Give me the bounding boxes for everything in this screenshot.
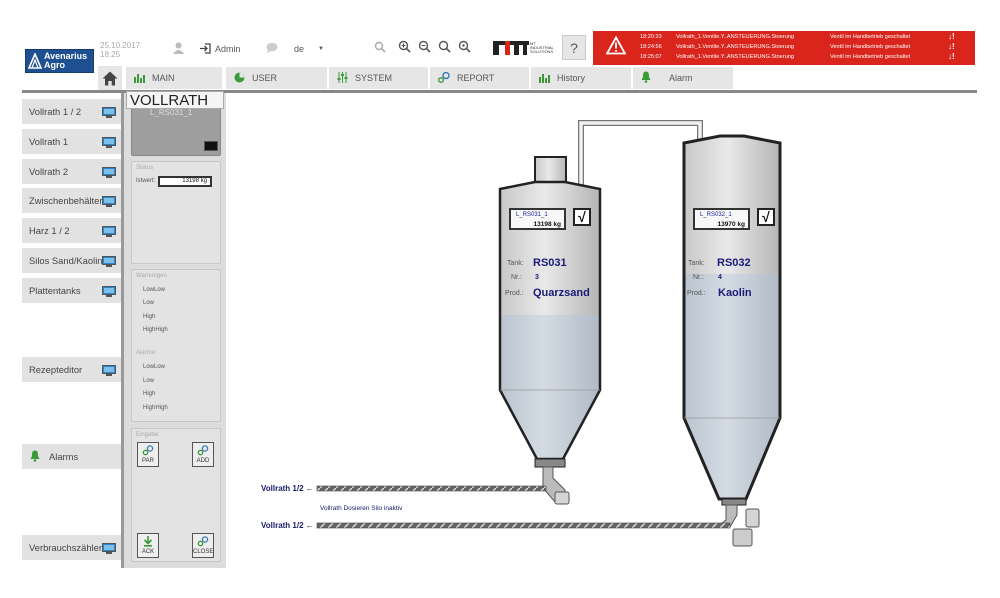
- silo1-nr-label: Nr.:: [511, 274, 522, 281]
- silo2-weight-display[interactable]: L_RS032_1 13970 kg: [693, 208, 750, 230]
- feeder-motor-icon: [732, 528, 753, 547]
- silo2-tag: L_RS032_1: [700, 212, 732, 218]
- silo1-check-icon[interactable]: √: [573, 208, 591, 226]
- silo-fill-level: [684, 273, 780, 499]
- line1-label: Vollrath 1/2 ←: [261, 484, 314, 493]
- silo2-nr-label: Nr.:: [693, 274, 704, 281]
- silo1-tank-label: Tank:: [507, 260, 524, 267]
- silo2-product: Kaolin: [718, 287, 752, 299]
- silo2-tank-label: Tank:: [688, 260, 705, 267]
- feeder-motor-icon: [554, 491, 570, 505]
- silo-filter-unit: [534, 156, 567, 183]
- silo2-prod-label: Prod.:: [687, 290, 706, 297]
- silo1-nr: 3: [535, 274, 539, 281]
- feeder-line-1: [316, 466, 570, 505]
- silo1-weight: 13198 kg: [533, 221, 561, 228]
- feeder-motor-icon: [745, 508, 760, 528]
- silo2-weight: 13970 kg: [717, 221, 745, 228]
- silo-rs031[interactable]: [490, 156, 610, 468]
- silo-rs032[interactable]: [675, 134, 790, 506]
- process-diagram: [316, 120, 790, 547]
- silo2-tank: RS032: [717, 257, 751, 269]
- dosing-status: Vollrath Dosieren Silo inaktiv: [320, 505, 403, 512]
- silo2-nr: 4: [718, 274, 722, 281]
- silo-fill-level: [500, 314, 600, 459]
- silo1-tag: L_RS031_1: [516, 212, 548, 218]
- silo2-check-icon[interactable]: √: [757, 208, 775, 226]
- silo1-prod-label: Prod.:: [505, 290, 524, 297]
- silo1-product: Quarzsand: [533, 287, 590, 299]
- connecting-pipe: [578, 120, 703, 187]
- silo1-weight-display[interactable]: L_RS031_1 13198 kg: [509, 208, 566, 230]
- silo1-tank: RS031: [533, 257, 567, 269]
- line2-label: Vollrath 1/2 ←: [261, 521, 314, 530]
